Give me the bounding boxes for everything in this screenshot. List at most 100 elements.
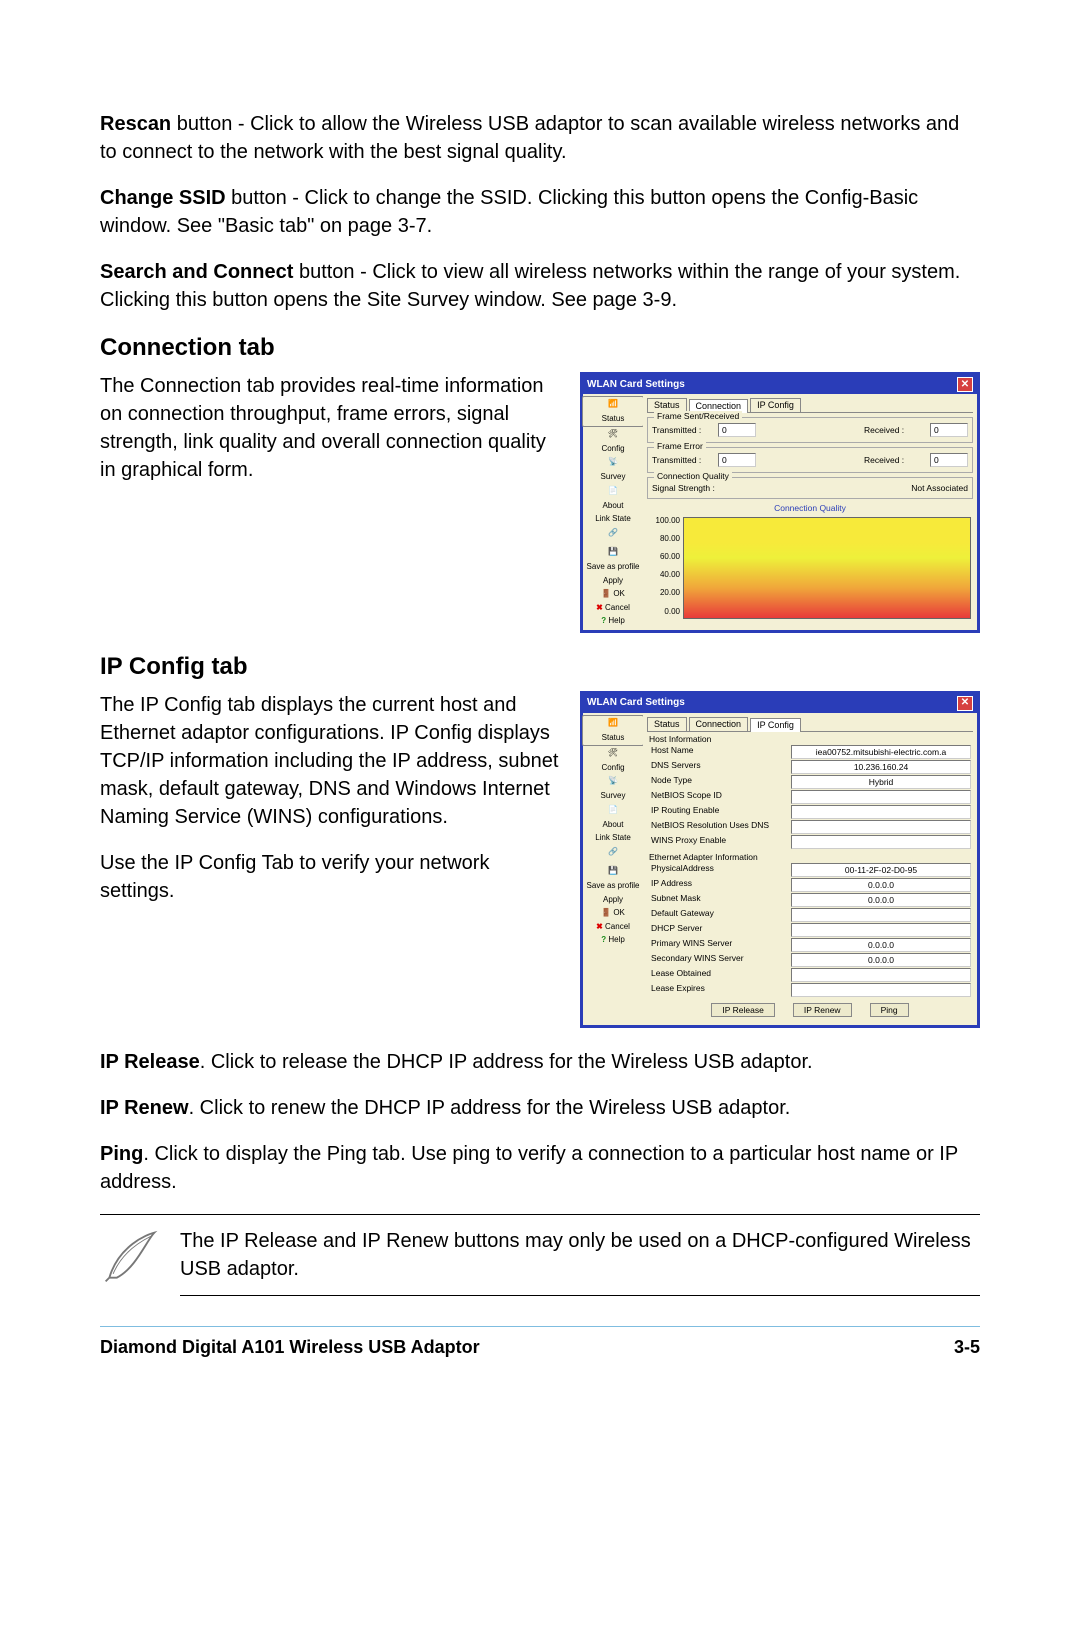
- ping-button[interactable]: Ping: [870, 1003, 909, 1017]
- ok-icon: 🚪: [601, 589, 611, 598]
- ip-renew-para: IP Renew. Click to renew the DHCP IP add…: [100, 1094, 980, 1122]
- cancel-icon: ✖: [596, 922, 603, 931]
- sidebar-item-apply[interactable]: Apply: [583, 574, 643, 588]
- sidebar-item-ok-2[interactable]: 🚪 OK: [583, 906, 643, 920]
- frame-sent-received-group: Frame Sent/Received Transmitted : 0 Rece…: [647, 417, 973, 443]
- ping-lead: Ping: [100, 1143, 143, 1165]
- connection-quality-chart: 100.00 80.00 60.00 40.00 20.00 0.00: [683, 517, 971, 619]
- connection-quality-group: Connection Quality Signal Strength : Not…: [647, 477, 973, 499]
- tab-ipconfig[interactable]: IP Config: [750, 398, 801, 412]
- sidebar-item-apply-2[interactable]: Apply: [583, 893, 643, 907]
- help-icon: ?: [601, 616, 606, 625]
- config-icon: 🛠: [603, 429, 623, 443]
- note-text: The IP Release and IP Renew buttons may …: [180, 1227, 980, 1283]
- window-titlebar-2: WLAN Card Settings ✕: [583, 694, 977, 713]
- about-icon: 📄: [603, 486, 623, 500]
- window-title: WLAN Card Settings: [587, 379, 685, 391]
- ssid-lead: Change SSID: [100, 187, 226, 209]
- sidebar-item-saveprofile[interactable]: 💾Save as profile: [583, 545, 643, 574]
- rescan-para: Rescan button - Click to allow the Wirel…: [100, 110, 980, 166]
- save-icon: 💾: [603, 866, 623, 880]
- tab-ipconfig-2[interactable]: IP Config: [750, 718, 801, 732]
- frame-error-legend: Frame Error: [654, 441, 706, 451]
- connection-quality-legend: Connection Quality: [654, 471, 732, 481]
- sidebar-item-survey[interactable]: 📡Survey: [583, 455, 643, 484]
- ip-release-lead: IP Release: [100, 1051, 200, 1073]
- help-icon: ?: [601, 935, 606, 944]
- sidebar-item-linkstate-2-lbl: Link State: [583, 831, 643, 845]
- sidebar-item-linkstate-icon[interactable]: 🔗: [583, 526, 643, 545]
- link-state-icon: 🔗: [603, 847, 623, 861]
- window-titlebar: WLAN Card Settings ✕: [583, 375, 977, 394]
- window-title-2: WLAN Card Settings: [587, 697, 685, 709]
- tab-status[interactable]: Status: [647, 398, 687, 412]
- transmitted-label: Transmitted :: [652, 425, 714, 435]
- sidebar-item-about[interactable]: 📄About: [583, 484, 643, 513]
- rescan-tail: button - Click to allow the Wireless USB…: [100, 113, 959, 163]
- note-block: The IP Release and IP Renew buttons may …: [100, 1214, 980, 1296]
- config-icon: 🛠: [603, 748, 623, 762]
- sidebar-item-saveprofile-2[interactable]: 💾Save as profile: [583, 864, 643, 893]
- connection-heading: Connection tab: [100, 334, 980, 362]
- connection-screenshot: WLAN Card Settings ✕ 📶Status 🛠Config 📡Su…: [580, 372, 980, 633]
- sidebar-item-help-2[interactable]: ? Help: [583, 933, 643, 947]
- sidebar-item-help[interactable]: ? Help: [583, 614, 643, 628]
- connection-body: The Connection tab provides real-time in…: [100, 372, 560, 484]
- ip-renew-button[interactable]: IP Renew: [793, 1003, 852, 1017]
- sidebar-item-ok[interactable]: 🚪 OK: [583, 587, 643, 601]
- save-icon: 💾: [603, 547, 623, 561]
- status-icon: 📶: [603, 718, 623, 732]
- footer-left: Diamond Digital A101 Wireless USB Adapto…: [100, 1337, 480, 1358]
- tab-connection-2[interactable]: Connection: [689, 717, 749, 731]
- received-value: 0: [930, 423, 968, 437]
- close-icon-2[interactable]: ✕: [957, 696, 973, 711]
- survey-icon: 📡: [603, 457, 623, 471]
- cancel-icon: ✖: [596, 603, 603, 612]
- signal-strength-value: Not Associated: [911, 483, 968, 493]
- about-icon: 📄: [603, 805, 623, 819]
- ip-renew-tail: . Click to renew the DHCP IP address for…: [189, 1097, 791, 1119]
- footer-right: 3-5: [954, 1337, 980, 1358]
- link-state-icon: 🔗: [603, 528, 623, 542]
- chart-title: Connection Quality: [647, 503, 973, 513]
- ping-para: Ping. Click to display the Ping tab. Use…: [100, 1140, 980, 1196]
- tab-status-2[interactable]: Status: [647, 717, 687, 731]
- ipconfig-body2: Use the IP Config Tab to verify your net…: [100, 849, 560, 905]
- received-label: Received :: [864, 425, 926, 435]
- sidebar-item-status-2[interactable]: 📶Status: [582, 715, 644, 746]
- sidebar-item-linkstate-2[interactable]: 🔗: [583, 845, 643, 864]
- transmitted-err-label: Transmitted :: [652, 455, 714, 465]
- footer: Diamond Digital A101 Wireless USB Adapto…: [100, 1337, 980, 1398]
- sidebar-item-linkstate: Link State: [583, 512, 643, 526]
- sidebar-item-status[interactable]: 📶Status: [582, 396, 644, 427]
- footer-rule: [100, 1326, 980, 1327]
- received-err-value: 0: [930, 453, 968, 467]
- ip-release-button[interactable]: IP Release: [711, 1003, 774, 1017]
- host-info-rows: Host Nameiea00752.mitsubishi-electric.co…: [647, 745, 973, 849]
- sidebar-item-config-2[interactable]: 🛠Config: [583, 746, 643, 775]
- close-icon[interactable]: ✕: [957, 377, 973, 392]
- transmitted-err-value: 0: [718, 453, 756, 467]
- search-para: Search and Connect button - Click to vie…: [100, 258, 980, 314]
- frame-error-group: Frame Error Transmitted : 0 Received : 0: [647, 447, 973, 473]
- tabs-2: Status Connection IP Config: [647, 717, 973, 732]
- ssid-para: Change SSID button - Click to change the…: [100, 184, 980, 240]
- received-err-label: Received :: [864, 455, 926, 465]
- sidebar-item-cancel-2[interactable]: ✖ Cancel: [583, 920, 643, 934]
- sidebar-item-cancel[interactable]: ✖ Cancel: [583, 601, 643, 615]
- sidebar-item-about-2[interactable]: 📄About: [583, 803, 643, 832]
- rescan-lead: Rescan: [100, 113, 171, 135]
- search-lead: Search and Connect: [100, 261, 293, 283]
- ok-icon: 🚪: [601, 908, 611, 917]
- ipconfig-body1: The IP Config tab displays the current h…: [100, 691, 560, 831]
- sidebar-item-config[interactable]: 🛠Config: [583, 427, 643, 456]
- host-info-head: Host Information: [647, 732, 973, 744]
- ip-renew-lead: IP Renew: [100, 1097, 189, 1119]
- transmitted-value: 0: [718, 423, 756, 437]
- survey-icon: 📡: [603, 776, 623, 790]
- frame-sent-legend: Frame Sent/Received: [654, 411, 742, 421]
- eth-info-head: Ethernet Adapter Information: [647, 850, 973, 862]
- signal-strength-label: Signal Strength :: [652, 483, 732, 493]
- status-icon: 📶: [603, 399, 623, 413]
- sidebar-item-survey-2[interactable]: 📡Survey: [583, 774, 643, 803]
